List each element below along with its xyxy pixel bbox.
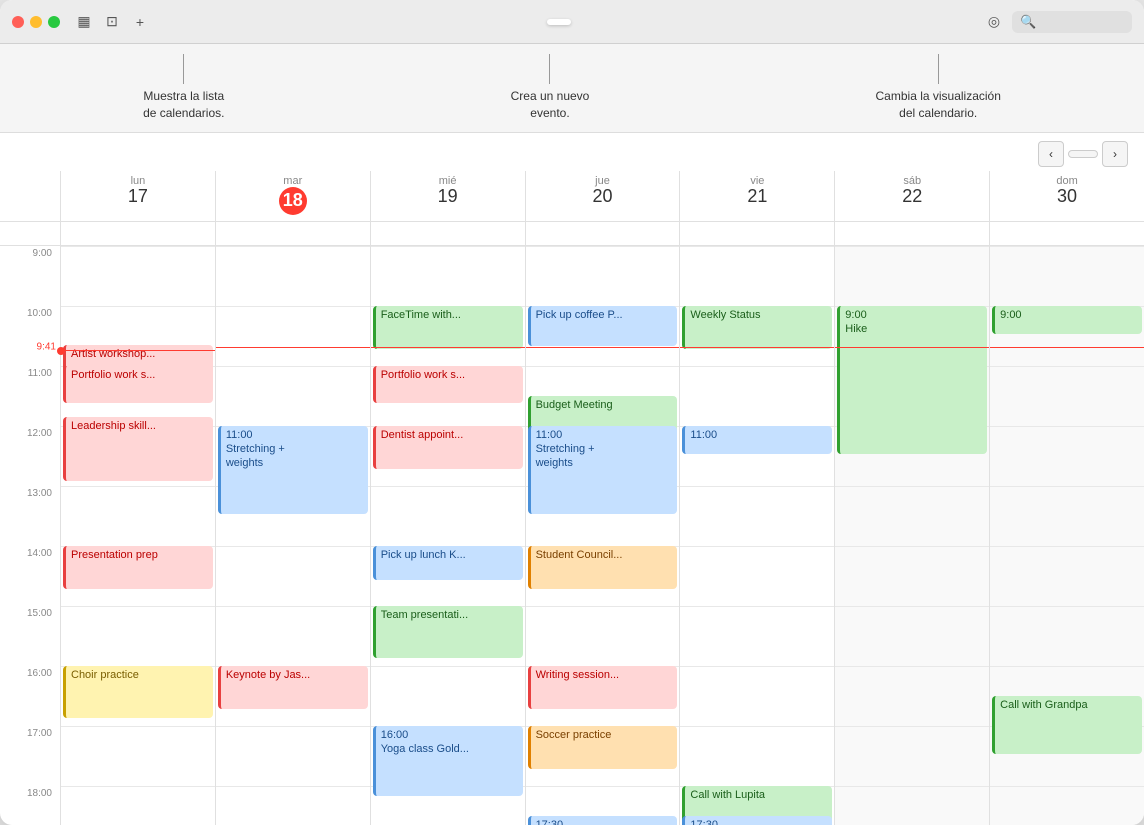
allday-cell-fri [679,222,834,245]
titlebar: ▦ ⊡ + ◎ 🔍 [0,0,1144,44]
event[interactable]: Portfolio work s... [373,366,523,403]
day-header-sun: dom 30 [989,171,1144,221]
day-col-thu: Pick up coffee P...Budget Meeting11:00 S… [525,246,680,825]
day-header-thu: jue 20 [525,171,680,221]
day-header-sat: sáb 22 [834,171,989,221]
day-headers: lun 17 mar 18 mié 19 jue 20 vie 21 sáb 2… [0,171,1144,222]
search-icon: 🔍 [1020,14,1036,30]
tooltip-show-calendars: Muestra la listade calendarios. [143,88,224,122]
event[interactable]: Dentist appoint... [373,426,523,469]
current-time-line-ext [216,347,370,348]
event[interactable]: 9:00 Hike [837,306,987,454]
allday-cell-sun [989,222,1144,245]
tooltip-change-view: Cambia la visualizacióndel calendario. [876,88,1001,122]
allday-cell-sat [834,222,989,245]
view-month-button[interactable] [573,19,597,25]
day-header-fri: vie 21 [679,171,834,221]
day-col-sat: 9:00 Hike [834,246,989,825]
view-switcher [521,19,623,25]
minimize-button[interactable] [30,16,42,28]
event[interactable]: 11:00 Stretching + weights [528,426,678,514]
view-year-button[interactable] [599,19,623,25]
event[interactable]: Pick up coffee P... [528,306,678,346]
view-day-button[interactable] [521,19,545,25]
event[interactable]: 11:00 [682,426,832,454]
header-time-gutter [0,171,60,221]
calendar-list-icon[interactable]: ▦ [74,12,94,32]
prev-button[interactable]: ‹ [1038,141,1064,167]
event[interactable]: Keynote by Jas... [218,666,368,709]
allday-row [0,222,1144,246]
day-header-wed: mié 19 [370,171,525,221]
search-box[interactable]: 🔍 [1012,11,1132,33]
day-col-fri: Weekly Status11:00Call with Lupita17:301… [679,246,834,825]
tooltip-new-event: Crea un nuevoevento. [511,88,590,122]
event[interactable]: Weekly Status [682,306,832,349]
toolbar-right: ◎ 🔍 [984,11,1132,33]
event[interactable]: 17:30 Drop off Grandma... [528,816,678,825]
day-col-wed: FaceTime with... Portfolio work s... Denti… [370,246,525,825]
traffic-lights [12,16,60,28]
day-col-mon: Artist workshop...Portfolio work s...Lea… [60,246,215,825]
allday-label [0,222,60,245]
time-grid: 9:0010:0011:0012:0013:0014:0015:0016:001… [0,246,1144,825]
day-col-tue: 11:00 Stretching + weights Keynote by Jas… [215,246,370,825]
event[interactable]: 17:30 [682,816,832,825]
event[interactable]: Portfolio work s... [63,366,213,403]
event[interactable]: Student Council... [528,546,678,589]
day-header-mon: lun 17 [60,171,215,221]
today-button[interactable] [1068,150,1098,158]
day-header-tue: mar 18 [215,171,370,221]
maximize-button[interactable] [48,16,60,28]
allday-cell-mon [60,222,215,245]
event[interactable]: 11:00 Stretching + weights [218,426,368,514]
event[interactable]: Soccer practice [528,726,678,769]
calendar-header: ‹ › [0,133,1144,171]
current-time-line-ext [526,347,680,348]
current-time-line-ext [990,347,1144,348]
calendar-body: 9:0010:0011:0012:0013:0014:0015:0016:001… [0,246,1144,825]
inbox-icon[interactable]: ⊡ [102,12,122,32]
tooltip-area: Muestra la listade calendarios. Crea un … [0,44,1144,133]
day-col-sun: 9:00 Call with Grandpa [989,246,1144,825]
event[interactable]: FaceTime with... [373,306,523,349]
allday-cell-wed [370,222,525,245]
event[interactable]: Writing session... [528,666,678,709]
airdrop-icon[interactable]: ◎ [984,12,1004,32]
add-event-icon[interactable]: + [130,12,150,32]
close-button[interactable] [12,16,24,28]
event[interactable]: 9:00 [992,306,1142,334]
event[interactable]: 16:00 Yoga class Gold... [373,726,523,796]
event[interactable]: Presentation prep [63,546,213,589]
allday-cell-thu [525,222,680,245]
event[interactable]: Leadership skill... [63,417,213,481]
allday-cell-tue [215,222,370,245]
view-week-button[interactable] [547,19,571,25]
nav-buttons: ‹ › [1038,141,1128,167]
event[interactable]: Pick up lunch K... [373,546,523,580]
event[interactable]: Call with Grandpa [992,696,1142,754]
time-column: 9:0010:0011:0012:0013:0014:0015:0016:001… [0,246,60,825]
event[interactable]: Team presentati... [373,606,523,658]
calendar-window: ▦ ⊡ + ◎ 🔍 Muestra la listade calendarios… [0,0,1144,825]
event[interactable]: Choir practice [63,666,213,718]
next-button[interactable]: › [1102,141,1128,167]
